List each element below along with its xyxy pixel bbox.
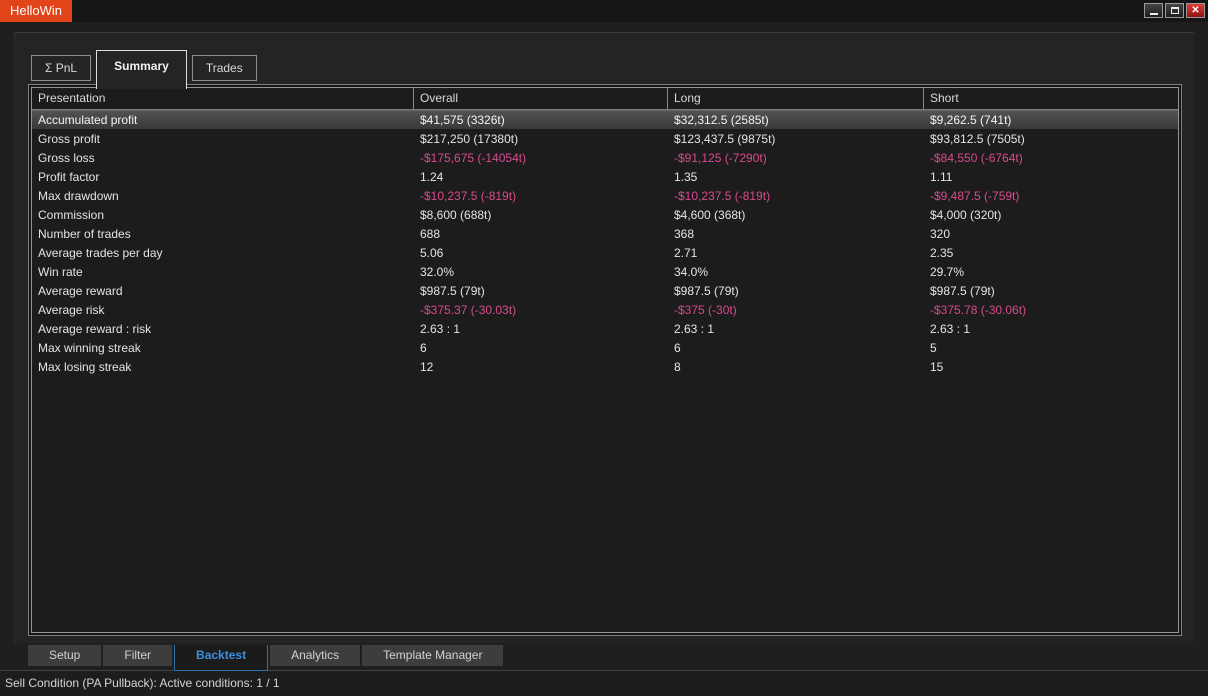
summary-table: PresentationOverallLongShort Accumulated… (31, 87, 1179, 633)
cell-long: $4,600 (368t) (668, 208, 924, 222)
table-row[interactable]: Average trades per day5.062.712.35 (32, 243, 1178, 262)
window-titlebar: HelloWin ✕ (0, 0, 1208, 22)
status-text: Sell Condition (PA Pullback): Active con… (5, 676, 280, 690)
cell-overall: -$375.37 (-30.03t) (414, 303, 668, 317)
cell-overall: 12 (414, 360, 668, 374)
cell-long: 2.63 : 1 (668, 322, 924, 336)
column-header-presentation[interactable]: Presentation (32, 88, 414, 109)
tab-summary[interactable]: Summary (96, 50, 187, 89)
table-row[interactable]: Profit factor1.241.351.11 (32, 167, 1178, 186)
cell-short: 1.11 (924, 170, 1178, 184)
row-label: Max drawdown (32, 189, 414, 203)
cell-long: -$91,125 (-7290t) (668, 151, 924, 165)
row-label: Average reward : risk (32, 322, 414, 336)
tab-analytics[interactable]: Analytics (270, 645, 360, 666)
table-row[interactable]: Max winning streak665 (32, 338, 1178, 357)
tab-template-manager[interactable]: Template Manager (362, 645, 503, 666)
column-header-short[interactable]: Short (924, 88, 1178, 109)
cell-overall: 6 (414, 341, 668, 355)
table-body: Accumulated profit$41,575 (3326t)$32,312… (32, 110, 1178, 376)
status-bar: Sell Condition (PA Pullback): Active con… (0, 670, 1208, 696)
tab-backtest[interactable]: Backtest (174, 645, 268, 671)
cell-overall: 688 (414, 227, 668, 241)
cell-short: 2.63 : 1 (924, 322, 1178, 336)
cell-long: 368 (668, 227, 924, 241)
cell-long: $987.5 (79t) (668, 284, 924, 298)
cell-long: 1.35 (668, 170, 924, 184)
window-controls: ✕ (1144, 3, 1205, 18)
maximize-icon (1171, 7, 1179, 14)
row-label: Gross profit (32, 132, 414, 146)
tab-setup[interactable]: Setup (28, 645, 101, 666)
row-label: Commission (32, 208, 414, 222)
main-panel: Σ PnLSummaryTrades PresentationOverallLo… (14, 32, 1194, 643)
cell-overall: $987.5 (79t) (414, 284, 668, 298)
tab-pnl[interactable]: Σ PnL (31, 55, 91, 81)
cell-short: 320 (924, 227, 1178, 241)
cell-overall: -$10,237.5 (-819t) (414, 189, 668, 203)
cell-long: $123,437.5 (9875t) (668, 132, 924, 146)
app-title: HelloWin (0, 0, 72, 22)
table-row[interactable]: Average reward : risk2.63 : 12.63 : 12.6… (32, 319, 1178, 338)
table-header-row: PresentationOverallLongShort (32, 88, 1178, 110)
cell-short: 29.7% (924, 265, 1178, 279)
cell-overall: $8,600 (688t) (414, 208, 668, 222)
cell-short: -$84,550 (-6764t) (924, 151, 1178, 165)
table-row[interactable]: Max drawdown-$10,237.5 (-819t)-$10,237.5… (32, 186, 1178, 205)
cell-long: 8 (668, 360, 924, 374)
close-icon: ✕ (1191, 4, 1199, 17)
row-label: Max winning streak (32, 341, 414, 355)
cell-long: -$375 (-30t) (668, 303, 924, 317)
cell-short: 15 (924, 360, 1178, 374)
cell-short: 2.35 (924, 246, 1178, 260)
row-label: Number of trades (32, 227, 414, 241)
cell-short: $987.5 (79t) (924, 284, 1178, 298)
cell-long: 2.71 (668, 246, 924, 260)
table-row[interactable]: Average reward$987.5 (79t)$987.5 (79t)$9… (32, 281, 1178, 300)
cell-short: -$9,487.5 (-759t) (924, 189, 1178, 203)
cell-long: 34.0% (668, 265, 924, 279)
cell-short: $9,262.5 (741t) (924, 113, 1178, 127)
maximize-button[interactable] (1165, 3, 1184, 18)
cell-overall: 32.0% (414, 265, 668, 279)
close-button[interactable]: ✕ (1186, 3, 1205, 18)
table-row[interactable]: Gross profit$217,250 (17380t)$123,437.5 … (32, 129, 1178, 148)
column-header-overall[interactable]: Overall (414, 88, 668, 109)
cell-long: 6 (668, 341, 924, 355)
cell-overall: $41,575 (3326t) (414, 113, 668, 127)
table-row[interactable]: Accumulated profit$41,575 (3326t)$32,312… (32, 110, 1178, 129)
table-row[interactable]: Max losing streak12815 (32, 357, 1178, 376)
row-label: Gross loss (32, 151, 414, 165)
cell-short: 5 (924, 341, 1178, 355)
minimize-button[interactable] (1144, 3, 1163, 18)
cell-long: $32,312.5 (2585t) (668, 113, 924, 127)
cell-long: -$10,237.5 (-819t) (668, 189, 924, 203)
row-label: Accumulated profit (32, 113, 414, 127)
row-label: Profit factor (32, 170, 414, 184)
tab-trades[interactable]: Trades (192, 55, 257, 81)
top-tab-strip: Σ PnLSummaryTrades (31, 50, 262, 89)
row-label: Average reward (32, 284, 414, 298)
row-label: Average risk (32, 303, 414, 317)
row-label: Average trades per day (32, 246, 414, 260)
tab-filter[interactable]: Filter (103, 645, 172, 666)
table-row[interactable]: Commission$8,600 (688t)$4,600 (368t)$4,0… (32, 205, 1178, 224)
column-header-long[interactable]: Long (668, 88, 924, 109)
cell-overall: 2.63 : 1 (414, 322, 668, 336)
cell-short: $4,000 (320t) (924, 208, 1178, 222)
table-row[interactable]: Average risk-$375.37 (-30.03t)-$375 (-30… (32, 300, 1178, 319)
row-label: Max losing streak (32, 360, 414, 374)
table-row[interactable]: Win rate32.0%34.0%29.7% (32, 262, 1178, 281)
bottom-tab-strip: SetupFilterBacktestAnalyticsTemplate Man… (28, 645, 505, 671)
cell-overall: 5.06 (414, 246, 668, 260)
row-label: Win rate (32, 265, 414, 279)
cell-short: $93,812.5 (7505t) (924, 132, 1178, 146)
cell-short: -$375.78 (-30.06t) (924, 303, 1178, 317)
cell-overall: -$175,675 (-14054t) (414, 151, 668, 165)
table-row[interactable]: Number of trades688368320 (32, 224, 1178, 243)
cell-overall: $217,250 (17380t) (414, 132, 668, 146)
cell-overall: 1.24 (414, 170, 668, 184)
table-row[interactable]: Gross loss-$175,675 (-14054t)-$91,125 (-… (32, 148, 1178, 167)
minimize-icon (1150, 13, 1158, 15)
